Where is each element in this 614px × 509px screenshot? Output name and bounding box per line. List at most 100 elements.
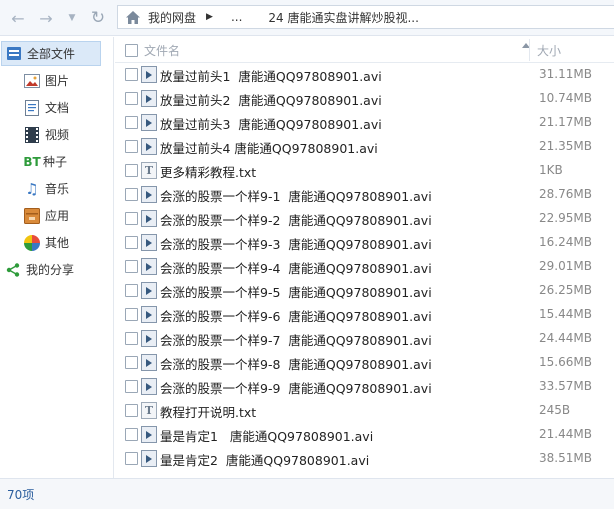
sidebar-item-my-share[interactable]: 我的分享 xyxy=(0,257,114,282)
file-row[interactable]: 会涨的股票一个样9-9 唐能通QQ97808901.avi 33.57MB xyxy=(115,375,614,399)
file-size: 29.01MB xyxy=(539,259,592,273)
select-all-checkbox[interactable] xyxy=(125,44,138,57)
file-name[interactable]: 会涨的股票一个样9-2 唐能通QQ97808901.avi xyxy=(160,210,432,229)
file-name[interactable]: 会涨的股票一个样9-9 唐能通QQ97808901.avi xyxy=(160,378,432,397)
file-checkbox[interactable] xyxy=(125,308,138,321)
sidebar-item-apps[interactable]: 应用 xyxy=(0,203,114,228)
file-checkbox[interactable] xyxy=(125,68,138,81)
file-name[interactable]: 会涨的股票一个样9-4 唐能通QQ97808901.avi xyxy=(160,258,432,277)
other-icon xyxy=(24,234,40,251)
sidebar-item-videos[interactable]: 视频 xyxy=(0,122,114,147)
sidebar-item-torrents[interactable]: BT 种子 xyxy=(0,149,114,174)
sidebar-item-music[interactable]: ♫ 音乐 xyxy=(0,176,114,201)
file-name[interactable]: 教程打开说明.txt xyxy=(160,402,256,421)
file-checkbox[interactable] xyxy=(125,428,138,441)
column-header-name[interactable]: 文件名 xyxy=(144,42,180,59)
file-row[interactable]: T 更多精彩教程.txt 1KB xyxy=(115,159,614,183)
chevron-down-icon[interactable]: ▼ xyxy=(62,8,82,28)
file-size: 33.57MB xyxy=(539,379,592,393)
file-row[interactable]: 会涨的股票一个样9-3 唐能通QQ97808901.avi 16.24MB xyxy=(115,231,614,255)
file-name[interactable]: 放量过前头1 唐能通QQ97808901.avi xyxy=(160,66,382,85)
file-row[interactable]: 会涨的股票一个样9-6 唐能通QQ97808901.avi 15.44MB xyxy=(115,303,614,327)
sidebar-item-documents[interactable]: 文档 xyxy=(0,95,114,120)
breadcrumb-root[interactable]: 我的网盘 xyxy=(148,9,196,26)
file-row[interactable]: 会涨的股票一个样9-4 唐能通QQ97808901.avi 29.01MB xyxy=(115,255,614,279)
refresh-icon[interactable]: ↻ xyxy=(88,8,108,28)
file-checkbox[interactable] xyxy=(125,380,138,393)
sidebar-item-all-files[interactable]: 全部文件 xyxy=(1,41,101,66)
file-name[interactable]: 更多精彩教程.txt xyxy=(160,162,256,181)
text-file-icon: T xyxy=(141,162,157,179)
file-name[interactable]: 会涨的股票一个样9-7 唐能通QQ97808901.avi xyxy=(160,330,432,349)
video-file-icon xyxy=(141,90,157,107)
file-row[interactable]: 会涨的股票一个样9-1 唐能通QQ97808901.avi 28.76MB xyxy=(115,183,614,207)
file-row[interactable]: 会涨的股票一个样9-8 唐能通QQ97808901.avi 15.66MB xyxy=(115,351,614,375)
file-name[interactable]: 放量过前头3 唐能通QQ97808901.avi xyxy=(160,114,382,133)
file-checkbox[interactable] xyxy=(125,236,138,249)
file-checkbox[interactable] xyxy=(125,188,138,201)
file-size: 21.44MB xyxy=(539,427,592,441)
file-list: 文件名 大小 放量过前头1 唐能通QQ97808901.avi 31.11MB 放量… xyxy=(115,37,614,478)
file-row[interactable]: 放量过前头1 唐能通QQ97808901.avi 31.11MB xyxy=(115,63,614,87)
file-size: 22.95MB xyxy=(539,211,592,225)
file-row[interactable]: 量是肯定2 唐能通QQ97808901.avi 38.51MB xyxy=(115,447,614,471)
file-row[interactable]: 会涨的股票一个样9-7 唐能通QQ97808901.avi 24.44MB xyxy=(115,327,614,351)
file-size: 21.35MB xyxy=(539,139,592,153)
file-checkbox[interactable] xyxy=(125,260,138,273)
file-name[interactable]: 量是肯定1 唐能通QQ97808901.avi xyxy=(160,426,373,445)
breadcrumb-ellipsis[interactable]: ... xyxy=(231,10,242,24)
file-row[interactable]: 会涨的股票一个样9-2 唐能通QQ97808901.avi 22.95MB xyxy=(115,207,614,231)
home-icon[interactable] xyxy=(124,8,142,26)
music-icon: ♫ xyxy=(25,179,39,198)
file-checkbox[interactable] xyxy=(125,404,138,417)
file-row[interactable]: 放量过前头4 唐能通QQ97808901.avi 21.35MB xyxy=(115,135,614,159)
file-name[interactable]: 会涨的股票一个样9-5 唐能通QQ97808901.avi xyxy=(160,282,432,301)
file-checkbox[interactable] xyxy=(125,356,138,369)
file-checkbox[interactable] xyxy=(125,140,138,153)
sidebar: 全部文件 图片 文档 视频 BT 种子 ♫ 音乐 应用 其他 我的分享 xyxy=(0,37,114,478)
file-row[interactable]: 会涨的股票一个样9-5 唐能通QQ97808901.avi 26.25MB xyxy=(115,279,614,303)
arrow-left-icon[interactable]: ← xyxy=(8,8,28,28)
breadcrumb-separator-icon[interactable]: ▶ xyxy=(206,12,213,22)
file-size: 15.44MB xyxy=(539,307,592,321)
sidebar-item-label: 其他 xyxy=(45,236,70,250)
file-row[interactable]: 放量过前头3 唐能通QQ97808901.avi 21.17MB xyxy=(115,111,614,135)
file-checkbox[interactable] xyxy=(125,92,138,105)
app-icon xyxy=(24,207,40,224)
file-checkbox[interactable] xyxy=(125,332,138,345)
arrow-right-icon[interactable]: → xyxy=(36,8,56,28)
file-name[interactable]: 放量过前头4 唐能通QQ97808901.avi xyxy=(160,138,378,157)
image-icon xyxy=(24,73,40,89)
sidebar-item-other[interactable]: 其他 xyxy=(0,230,114,255)
file-name[interactable]: 会涨的股票一个样9-6 唐能通QQ97808901.avi xyxy=(160,306,432,325)
file-checkbox[interactable] xyxy=(125,284,138,297)
file-checkbox[interactable] xyxy=(125,116,138,129)
file-name[interactable]: 会涨的股票一个样9-1 唐能通QQ97808901.avi xyxy=(160,186,432,205)
sidebar-item-label: 我的分享 xyxy=(26,263,75,277)
file-name[interactable]: 量是肯定2 唐能通QQ97808901.avi xyxy=(160,450,369,469)
file-name[interactable]: 放量过前头2 唐能通QQ97808901.avi xyxy=(160,90,382,109)
file-checkbox[interactable] xyxy=(125,164,138,177)
column-divider[interactable] xyxy=(529,39,530,61)
item-count: 70项 xyxy=(7,488,35,502)
file-checkbox[interactable] xyxy=(125,452,138,465)
sidebar-item-label: 应用 xyxy=(45,209,70,223)
share-icon xyxy=(5,262,21,278)
sidebar-item-label: 音乐 xyxy=(45,182,70,196)
video-file-icon xyxy=(141,258,157,275)
file-row[interactable]: T 教程打开说明.txt 245B xyxy=(115,399,614,423)
file-size: 28.76MB xyxy=(539,187,592,201)
bt-icon: BT xyxy=(23,154,41,169)
breadcrumb-current[interactable]: 24 唐能通实盘讲解炒股视... xyxy=(268,9,419,26)
file-name[interactable]: 会涨的股票一个样9-8 唐能通QQ97808901.avi xyxy=(160,354,432,373)
file-size: 24.44MB xyxy=(539,331,592,345)
video-file-icon xyxy=(141,450,157,467)
file-name[interactable]: 会涨的股票一个样9-3 唐能通QQ97808901.avi xyxy=(160,234,432,253)
file-row[interactable]: 量是肯定1 唐能通QQ97808901.avi 21.44MB xyxy=(115,423,614,447)
file-checkbox[interactable] xyxy=(125,212,138,225)
sidebar-item-label: 种子 xyxy=(43,155,68,169)
file-size: 26.25MB xyxy=(539,283,592,297)
sidebar-item-images[interactable]: 图片 xyxy=(0,68,114,93)
column-header-size[interactable]: 大小 xyxy=(537,42,561,59)
file-row[interactable]: 放量过前头2 唐能通QQ97808901.avi 10.74MB xyxy=(115,87,614,111)
